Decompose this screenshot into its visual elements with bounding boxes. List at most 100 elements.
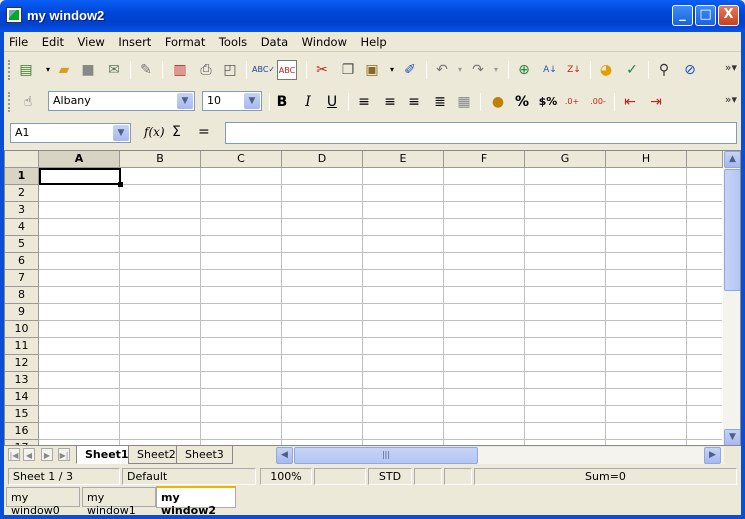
column-header[interactable]: E [363, 151, 444, 168]
first-sheet-icon[interactable]: |◀ [8, 448, 20, 461]
undo-dropdown-icon[interactable]: ▾ [450, 60, 470, 80]
hyperlink-icon[interactable]: ⊕ [514, 60, 534, 80]
align-right-icon[interactable]: ≡ [404, 92, 424, 112]
row-header[interactable]: 16 [5, 423, 39, 440]
task-my-window2[interactable]: my window2 [156, 486, 236, 517]
font-name-combo[interactable]: Albany ▼ [48, 91, 195, 111]
row-header[interactable]: 9 [5, 304, 39, 321]
column-header[interactable]: H [606, 151, 687, 168]
chevron-down-icon[interactable]: ▼ [113, 125, 129, 141]
spellcheck-icon[interactable]: ABC✓ [252, 60, 275, 80]
menu-file[interactable]: File [4, 32, 33, 49]
row-header[interactable]: 14 [5, 389, 39, 406]
styles-formatting-icon[interactable]: ☝ [18, 92, 38, 112]
navigator-icon[interactable]: ⊘ [680, 60, 700, 80]
column-header[interactable]: F [444, 151, 525, 168]
menu-view[interactable]: View [73, 32, 110, 49]
menu-format[interactable]: Format [160, 32, 211, 49]
toolbar-overflow-icon[interactable]: »▾ [725, 93, 737, 106]
new-icon[interactable]: ▤ [16, 60, 36, 80]
sort-ascending-icon[interactable]: A↓ [540, 60, 560, 80]
edit-file-icon[interactable]: ✎ [136, 60, 156, 80]
title-bar[interactable]: my window2 _ □ X [0, 0, 745, 32]
close-button[interactable]: X [718, 5, 739, 26]
last-sheet-icon[interactable]: ▶| [58, 448, 70, 461]
horizontal-scrollbar[interactable]: ◀ ||| ▶ [276, 447, 724, 464]
sheet-tab-3[interactable]: Sheet3 [176, 446, 233, 464]
align-left-icon[interactable]: ≡ [354, 92, 374, 112]
row-header[interactable]: 3 [5, 202, 39, 219]
function-wizard-button[interactable]: f(x) [144, 125, 165, 139]
select-all-corner[interactable] [5, 151, 39, 168]
decrease-indent-icon[interactable]: ⇤ [620, 92, 640, 112]
maximize-button[interactable]: □ [695, 5, 716, 26]
status-zoom[interactable]: 100% [260, 468, 312, 485]
column-header[interactable]: B [120, 151, 201, 168]
status-sum[interactable]: Sum=0 [474, 468, 737, 485]
menu-data[interactable]: Data [256, 32, 293, 49]
justify-icon[interactable]: ≣ [430, 92, 450, 112]
undo-icon[interactable]: ↶ [432, 60, 452, 80]
row-header[interactable]: 12 [5, 355, 39, 372]
merge-cells-icon[interactable]: ▦ [454, 92, 474, 112]
font-size-combo[interactable]: 10 ▼ [202, 91, 262, 111]
chart-icon[interactable]: ◕ [596, 60, 616, 80]
email-icon[interactable]: ✉ [104, 60, 124, 80]
save-icon[interactable]: ■ [78, 60, 98, 80]
row-header[interactable]: 4 [5, 219, 39, 236]
task-my-window0[interactable]: my window0 [6, 487, 80, 517]
align-center-icon[interactable]: ≡ [380, 92, 400, 112]
bold-button[interactable]: B [272, 92, 292, 112]
toolbar-overflow-icon[interactable]: »▾ [725, 61, 737, 74]
prev-sheet-icon[interactable]: ◀ [23, 448, 35, 461]
toolbar-grip[interactable] [8, 60, 11, 80]
export-pdf-icon[interactable]: ▥ [170, 60, 190, 80]
scroll-down-icon[interactable]: ▼ [724, 429, 740, 445]
row-header[interactable]: 6 [5, 253, 39, 270]
redo-dropdown-icon[interactable]: ▾ [486, 60, 506, 80]
row-header[interactable]: 5 [5, 236, 39, 253]
column-header[interactable]: C [201, 151, 282, 168]
increase-indent-icon[interactable]: ⇥ [646, 92, 666, 112]
percent-button[interactable]: % [512, 92, 532, 112]
name-box[interactable]: A1 ▼ [10, 123, 131, 143]
format-paintbrush-icon[interactable]: ✐ [400, 60, 420, 80]
status-insert-mode[interactable] [314, 468, 366, 485]
row-header[interactable]: 15 [5, 406, 39, 423]
scroll-left-icon[interactable]: ◀ [276, 447, 293, 464]
print-icon[interactable]: ⎙ [196, 60, 216, 80]
next-sheet-icon[interactable]: ▶ [41, 448, 53, 461]
menu-window[interactable]: Window [297, 32, 352, 49]
menu-tools[interactable]: Tools [214, 32, 252, 49]
cut-icon[interactable]: ✂ [312, 60, 332, 80]
menu-edit[interactable]: Edit [37, 32, 69, 49]
task-my-window1[interactable]: my window1 [82, 487, 156, 517]
find-replace-icon[interactable]: ⚲ [654, 60, 674, 80]
autospellcheck-icon[interactable]: ABC [277, 60, 297, 80]
page-preview-icon[interactable]: ◰ [220, 60, 240, 80]
formula-input[interactable] [225, 122, 737, 144]
status-page-style[interactable]: Default [122, 468, 256, 485]
paste-dropdown-icon[interactable]: ▾ [382, 60, 402, 80]
row-header[interactable]: 8 [5, 287, 39, 304]
status-selection-mode[interactable]: STD [368, 468, 412, 485]
cell-area[interactable] [39, 168, 722, 445]
draw-functions-icon[interactable]: ✓ [622, 60, 642, 80]
row-header[interactable]: 10 [5, 321, 39, 338]
row-header[interactable]: 7 [5, 270, 39, 287]
delete-decimal-icon[interactable]: .00- [588, 92, 608, 112]
chevron-down-icon[interactable]: ▼ [177, 93, 193, 109]
redo-icon[interactable]: ↷ [468, 60, 488, 80]
row-header[interactable]: 1 [5, 168, 39, 185]
italic-button[interactable]: I [298, 92, 318, 112]
function-button[interactable]: = [198, 124, 210, 140]
scroll-right-icon[interactable]: ▶ [704, 447, 721, 464]
menu-insert[interactable]: Insert [113, 32, 156, 49]
number-format-currency-icon[interactable]: ● [488, 92, 508, 112]
currency-button[interactable]: $% [536, 92, 560, 112]
open-icon[interactable]: ▰ [54, 60, 74, 80]
copy-icon[interactable]: ❐ [338, 60, 358, 80]
toolbar-grip[interactable] [8, 92, 11, 112]
row-header[interactable]: 11 [5, 338, 39, 355]
column-header[interactable]: A [39, 151, 120, 168]
